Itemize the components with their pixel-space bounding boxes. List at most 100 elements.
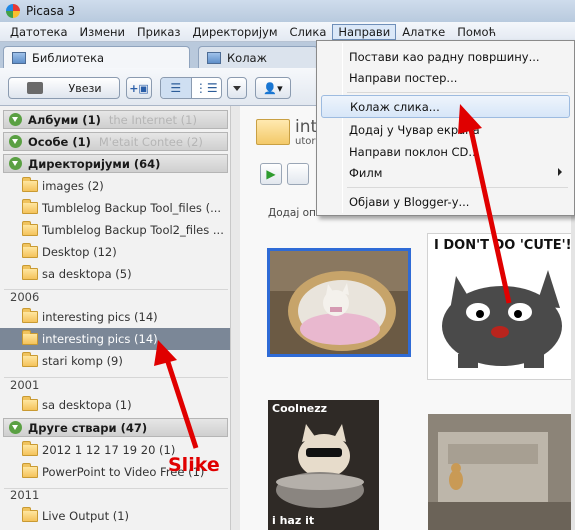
folder-item[interactable]: sa desktopa (1) [0,394,230,416]
tab-library-label: Библиотека [32,50,105,65]
folder-item[interactable]: Tumblelog Backup Tool_files (... [0,197,230,219]
folder-item[interactable]: stari komp (9) [0,350,230,372]
collapse-icon [9,135,22,148]
photo-thumbnail[interactable] [428,414,575,530]
folder-label: 2012 1 12 17 19 20 (1) [42,443,176,457]
folder-label: sa desktopa (1) [42,398,132,412]
folder-icon [22,396,38,411]
menu-bar: Датотека Измени Приказ Директоријум Слик… [0,22,575,42]
folder-item[interactable]: sa desktopa (5) [0,263,230,285]
folder-icon [22,330,38,345]
folder-label: stari komp (9) [42,354,123,368]
people-button[interactable]: 👤▾ [255,77,291,99]
folder-item[interactable]: Tumblelog Backup Tool2_files ... [0,219,230,241]
section-other-stuff[interactable]: Друге ствари (47) [3,418,228,437]
section-label: Директоријуми (64) [28,156,161,171]
folder-label: images (2) [42,179,104,193]
tab-collage-label: Колаж [227,50,267,65]
add-description-link[interactable]: Додај оп [268,207,316,219]
folder-icon [22,352,38,367]
menu-item-movie[interactable]: Филм [321,161,570,184]
submenu-arrow-icon [558,168,562,176]
folder-item[interactable]: images (2) [0,175,230,197]
menu-folder[interactable]: Директоријум [187,24,284,40]
folder-label: Tumblelog Backup Tool_files (... [42,201,222,215]
photo-caption: i haz it [272,514,315,527]
add-album-button[interactable]: +▣ [126,77,152,99]
section-label: Друге ствари (47) [28,420,148,435]
import-button[interactable]: Увези [8,77,120,99]
menu-separator [347,187,568,188]
folder-label: interesting pics (14) [42,310,158,324]
tab-library[interactable]: Библиотека [3,46,190,68]
photo-action-button[interactable] [287,163,309,185]
collapse-icon [9,157,22,170]
section-folders[interactable]: Директоријуми (64) [3,154,228,173]
ruins-cat-image [428,414,575,530]
sidebar-scrollbar[interactable] [230,106,240,530]
folder-label: Live Output (1) [42,509,130,523]
folder-icon [22,463,38,478]
folder-icon [22,507,38,522]
library-icon [12,51,26,64]
menu-tools[interactable]: Алатке [396,24,451,40]
camera-icon [26,82,43,94]
menu-item-picture-collage[interactable]: Колаж слика... [321,95,570,118]
year-heading: 2006 [10,290,40,304]
create-menu-dropdown: Постави као радну површину... Направи по… [316,40,575,216]
section-label: Албуми (1) [28,112,101,127]
section-ghost-text: the Internet (1) [108,112,197,127]
folder-label: Desktop (12) [42,245,117,259]
folder-item[interactable]: Desktop (12) [0,241,230,263]
menu-item-blog-this[interactable]: Објави у Blogger-у... [321,190,570,213]
folder-icon [22,441,38,456]
year-heading: 2001 [10,378,40,392]
menu-view[interactable]: Приказ [131,24,187,40]
year-heading: 2011 [10,488,40,502]
section-label: Особе (1) [28,134,91,149]
play-slideshow-button[interactable]: ▶ [260,163,282,185]
grumpy-cat-image [442,270,562,368]
folder-item[interactable]: interesting pics (14) [0,306,230,328]
menu-item-set-as-desktop[interactable]: Постави као радну површину... [321,45,570,68]
photo-thumbnail[interactable]: Coolnezz i haz it [268,400,379,530]
person-icon: 👤▾ [263,81,283,95]
cat-basket-image [270,251,408,354]
menu-item-add-to-screensaver[interactable]: Додај у Чувар екрана [321,118,570,141]
section-ghost-text: M'etait Contee (2) [98,134,203,149]
folder-label: Tumblelog Backup Tool2_files ... [42,223,224,237]
folder-item-selected[interactable]: interesting pics (14) [0,328,230,350]
photo-caption: Coolnezz [272,402,328,415]
folder-label: interesting pics (14) [42,332,158,346]
menu-create[interactable]: Направи [332,23,397,40]
view-toggle: ☰ ⋮☰ [160,77,222,99]
menu-item-make-poster[interactable]: Направи постер... [321,66,570,89]
menu-item-movie-label: Филм [349,165,383,180]
collapse-icon [9,421,22,434]
section-people[interactable]: Особе (1) M'etait Contee (2) [3,132,228,151]
menu-file[interactable]: Датотека [4,24,74,40]
list-view-icon[interactable]: ☰ [161,78,192,98]
folder-icon [22,308,38,323]
collage-icon [207,51,221,64]
tab-collage[interactable]: Колаж [198,46,318,68]
section-albums[interactable]: Албуми (1) the Internet (1) [3,110,228,129]
picasa-logo-icon [6,4,20,18]
album-folder-icon [256,119,290,145]
photo-caption: I DON'T DO 'CUTE'! [434,238,572,253]
menu-edit[interactable]: Измени [74,24,131,40]
folder-icon [22,199,38,214]
menu-help[interactable]: Помоћ [451,24,502,40]
collapse-icon [9,113,22,126]
menu-item-gift-cd[interactable]: Направи поклон CD... [321,140,570,163]
tree-view-icon[interactable]: ⋮☰ [192,78,222,98]
annotation-label: Slike [168,454,220,476]
folder-label: sa desktopa (5) [42,267,132,281]
view-options-dropdown[interactable] [227,77,247,99]
add-album-icon: +▣ [129,81,149,95]
photo-thumbnail[interactable]: I DON'T DO 'CUTE'! [427,233,575,380]
folder-icon [22,221,38,236]
menu-picture[interactable]: Слика [284,24,333,40]
folder-item[interactable]: Live Output (1) [0,505,230,527]
photo-thumbnail-selected[interactable] [267,248,411,357]
